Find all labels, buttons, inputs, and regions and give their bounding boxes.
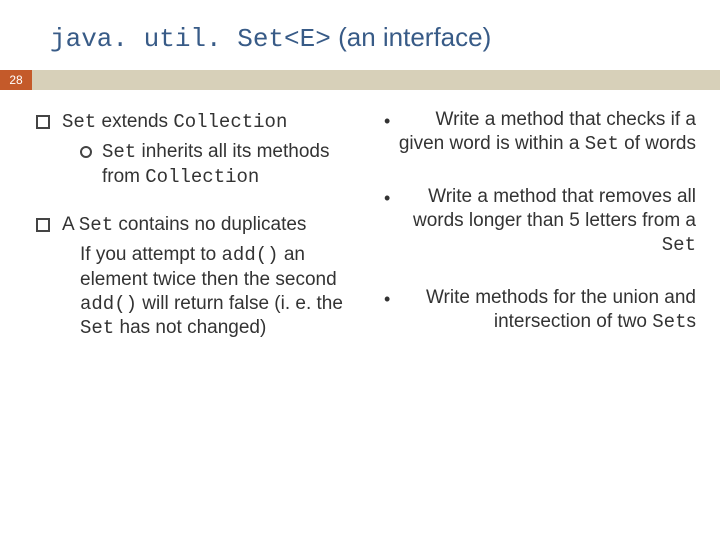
sub-bullet: Set inherits all its methods from Collec…: [62, 140, 366, 189]
text: extends: [96, 111, 173, 132]
dot-bullet-icon: •: [384, 112, 390, 157]
code-text: Set: [652, 311, 686, 333]
title-rest: (an interface): [331, 22, 491, 52]
bullet-text: Set extends Collection: [62, 110, 366, 134]
sub-bullet-text: Set inherits all its methods from Collec…: [102, 140, 366, 189]
dot-bullet-icon: •: [384, 189, 390, 258]
code-text: Collection: [145, 166, 259, 188]
right-bullet: • Write a method that checks if a given …: [384, 108, 696, 157]
right-text: Write methods for the union and intersec…: [398, 286, 696, 335]
bullet-item: Set extends Collection Set inherits all …: [36, 110, 366, 189]
text: will return false (i. e. the: [137, 293, 343, 314]
code-text: Set: [62, 111, 96, 133]
sub-bullet: If you attempt to add() an element twice…: [62, 243, 366, 340]
square-bullet-icon: [36, 218, 50, 232]
right-column: • Write a method that checks if a given …: [384, 102, 696, 365]
text: Write a method that removes all words lo…: [413, 186, 696, 231]
code-text: add(): [222, 244, 279, 266]
code-text: Collection: [173, 111, 287, 133]
right-bullet: • Write a method that removes all words …: [384, 185, 696, 258]
code-text: add(): [80, 293, 137, 315]
text: of words: [619, 133, 696, 154]
code-text: Set: [662, 234, 696, 256]
circle-bullet-icon: [80, 146, 92, 158]
text: contains no duplicates: [113, 214, 306, 235]
text: If you attempt to: [80, 244, 222, 265]
slide-title: java. util. Set<E> (an interface): [0, 0, 720, 70]
page-number-badge: 28: [0, 70, 32, 90]
code-text: Set: [80, 317, 114, 339]
sub-bullet-text: If you attempt to add() an element twice…: [80, 243, 366, 340]
text: s: [687, 311, 697, 332]
square-bullet-icon: [36, 115, 50, 129]
bullet-text: A Set contains no duplicates: [62, 213, 366, 237]
right-text: Write a method that removes all words lo…: [398, 185, 696, 258]
right-text: Write a method that checks if a given wo…: [398, 108, 696, 157]
text: A: [62, 214, 79, 235]
bullet-item: A Set contains no duplicates If you atte…: [36, 213, 366, 341]
code-text: Set: [102, 141, 136, 163]
slide-content: Set extends Collection Set inherits all …: [0, 90, 720, 365]
header-band: 28: [0, 70, 720, 90]
dot-bullet-icon: •: [384, 290, 390, 335]
code-text: Set: [585, 133, 619, 155]
title-code: java. util. Set<E>: [50, 24, 331, 54]
text: has not changed): [114, 317, 266, 338]
code-text: Set: [79, 214, 113, 236]
right-bullet: • Write methods for the union and inters…: [384, 286, 696, 335]
left-column: Set extends Collection Set inherits all …: [36, 102, 366, 365]
